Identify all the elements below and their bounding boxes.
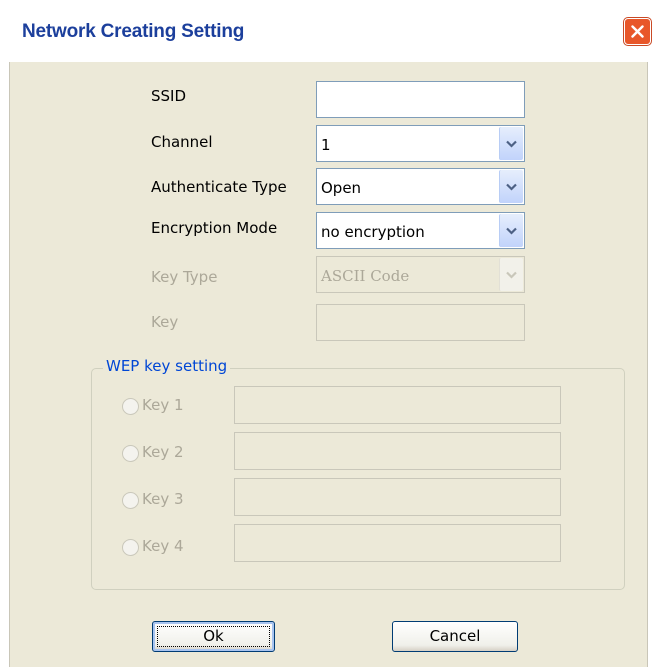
dialog-window: Network Creating Setting SSID Channel 1 … [0,0,655,669]
key3-radio[interactable] [122,492,139,509]
key1-input [234,386,561,424]
chevron-down-icon [506,271,517,279]
ssid-input[interactable] [316,81,525,118]
ok-focus-ring [157,626,270,647]
key3-label: Key 3 [142,490,184,508]
key4-radio[interactable] [122,539,139,556]
key2-radio[interactable] [122,445,139,462]
chevron-down-icon [506,140,517,148]
ok-button[interactable]: Ok [152,621,275,652]
close-icon [631,25,644,38]
encryption-mode-dropdown-button[interactable] [499,214,523,247]
cancel-button[interactable]: Cancel [392,621,518,652]
key4-input [234,524,561,562]
ssid-label: SSID [151,87,187,105]
key-input [316,304,525,341]
key2-input [234,432,561,470]
key1-label: Key 1 [142,396,184,414]
encryption-mode-select[interactable]: no encryption [316,212,525,249]
window-title: Network Creating Setting [22,21,245,42]
key-type-label: Key Type [151,268,218,286]
chevron-down-icon [506,183,517,191]
key-type-dropdown-button [499,258,523,291]
key1-radio[interactable] [122,398,139,415]
key-label: Key [151,313,179,331]
title-bar[interactable]: Network Creating Setting [0,0,655,62]
cancel-button-label: Cancel [429,627,481,645]
encryption-mode-value: no encryption [321,223,425,241]
auth-type-label: Authenticate Type [151,178,287,196]
key-type-select: ASCII Code [316,256,525,293]
chevron-down-icon [506,227,517,235]
channel-label: Channel [151,133,213,151]
key2-label: Key 2 [142,443,184,461]
auth-type-dropdown-button[interactable] [499,170,523,203]
key-type-value: ASCII Code [321,267,410,285]
auth-type-value: Open [321,179,362,197]
wep-key-group-title: WEP key setting [103,357,231,375]
encryption-mode-label: Encryption Mode [151,219,278,237]
key3-input [234,478,561,516]
auth-type-select[interactable]: Open [316,168,525,205]
channel-select[interactable]: 1 [316,125,525,162]
channel-dropdown-button[interactable] [499,127,523,160]
key4-label: Key 4 [142,537,184,555]
channel-value: 1 [321,136,331,154]
close-button[interactable] [623,17,652,46]
